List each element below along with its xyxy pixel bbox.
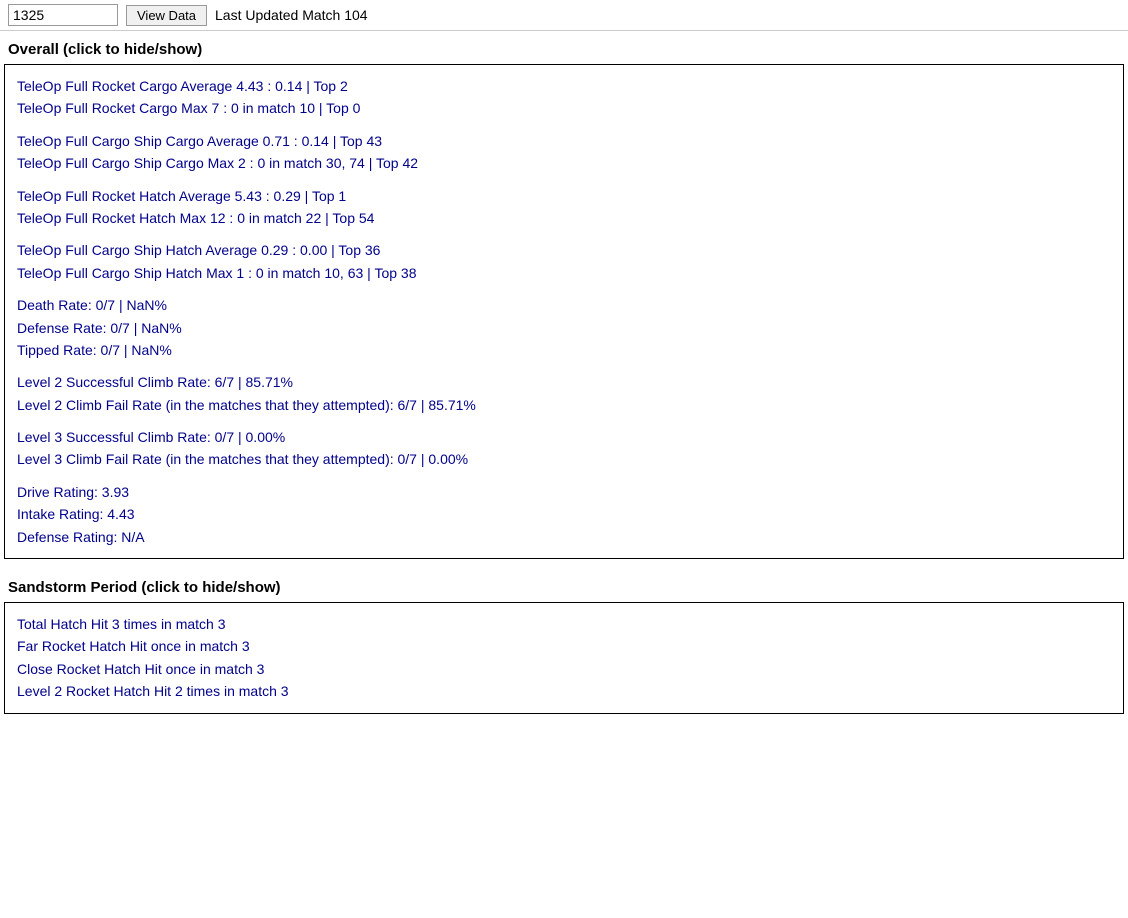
stat-line: Far Rocket Hatch Hit once in match 3 (17, 635, 1111, 657)
overall-stat-group: Level 2 Successful Climb Rate: 6/7 | 85.… (17, 371, 1111, 416)
overall-stat-group: TeleOp Full Cargo Ship Cargo Average 0.7… (17, 130, 1111, 175)
stat-line: TeleOp Full Cargo Ship Hatch Average 0.2… (17, 239, 1111, 261)
stat-line: TeleOp Full Cargo Ship Cargo Average 0.7… (17, 130, 1111, 152)
stat-line: Close Rocket Hatch Hit once in match 3 (17, 658, 1111, 680)
stat-line: TeleOp Full Rocket Cargo Max 7 : 0 in ma… (17, 97, 1111, 119)
stat-line: Level 3 Climb Fail Rate (in the matches … (17, 448, 1111, 470)
stat-line: TeleOp Full Cargo Ship Cargo Max 2 : 0 i… (17, 152, 1111, 174)
stat-line: Defense Rate: 0/7 | NaN% (17, 317, 1111, 339)
overall-stat-group: TeleOp Full Rocket Hatch Average 5.43 : … (17, 185, 1111, 230)
stat-line: Intake Rating: 4.43 (17, 503, 1111, 525)
overall-stat-group: Level 3 Successful Climb Rate: 0/7 | 0.0… (17, 426, 1111, 471)
overall-stat-group: Death Rate: 0/7 | NaN%Defense Rate: 0/7 … (17, 294, 1111, 361)
sandstorm-section-header[interactable]: Sandstorm Period (click to hide/show) (0, 569, 1128, 602)
stat-line: Level 3 Successful Climb Rate: 0/7 | 0.0… (17, 426, 1111, 448)
stat-line: Drive Rating: 3.93 (17, 481, 1111, 503)
view-data-button[interactable]: View Data (126, 5, 207, 26)
stat-line: TeleOp Full Rocket Hatch Max 12 : 0 in m… (17, 207, 1111, 229)
overall-section-header[interactable]: Overall (click to hide/show) (0, 31, 1128, 64)
stat-line: Tipped Rate: 0/7 | NaN% (17, 339, 1111, 361)
header-bar: View Data Last Updated Match 104 (0, 0, 1128, 31)
stat-line: Level 2 Successful Climb Rate: 6/7 | 85.… (17, 371, 1111, 393)
overall-section-content: TeleOp Full Rocket Cargo Average 4.43 : … (4, 64, 1124, 559)
stat-line: Total Hatch Hit 3 times in match 3 (17, 613, 1111, 635)
stat-line: Death Rate: 0/7 | NaN% (17, 294, 1111, 316)
sandstorm-section-content: Total Hatch Hit 3 times in match 3Far Ro… (4, 602, 1124, 714)
stat-line: TeleOp Full Rocket Cargo Average 4.43 : … (17, 75, 1111, 97)
stat-line: TeleOp Full Rocket Hatch Average 5.43 : … (17, 185, 1111, 207)
overall-stat-group: TeleOp Full Cargo Ship Hatch Average 0.2… (17, 239, 1111, 284)
sandstorm-stat-group: Total Hatch Hit 3 times in match 3Far Ro… (17, 613, 1111, 703)
last-updated-text: Last Updated Match 104 (215, 7, 368, 23)
stat-line: TeleOp Full Cargo Ship Hatch Max 1 : 0 i… (17, 262, 1111, 284)
team-number-input[interactable] (8, 4, 118, 26)
stat-line: Level 2 Rocket Hatch Hit 2 times in matc… (17, 680, 1111, 702)
stat-line: Level 2 Climb Fail Rate (in the matches … (17, 394, 1111, 416)
overall-stat-group: TeleOp Full Rocket Cargo Average 4.43 : … (17, 75, 1111, 120)
stat-line: Defense Rating: N/A (17, 526, 1111, 548)
overall-stat-group: Drive Rating: 3.93Intake Rating: 4.43Def… (17, 481, 1111, 548)
